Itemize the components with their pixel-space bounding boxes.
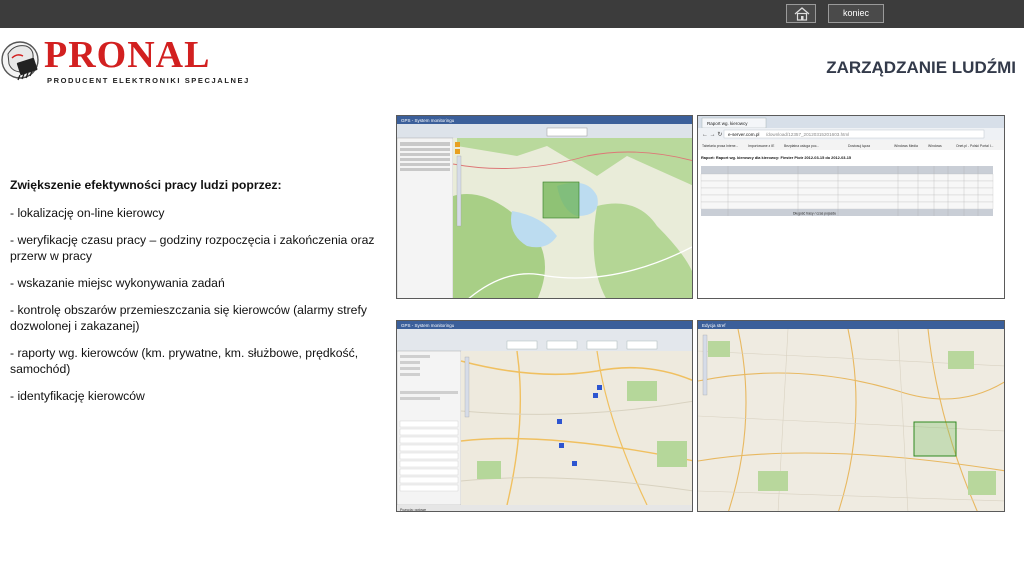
screenshot-gps-monitoring-city: GPS - System monitoringu Pozycja: gotowe bbox=[396, 320, 693, 512]
koniec-button[interactable]: koniec bbox=[828, 4, 884, 23]
logo-wordmark: PRONAL bbox=[44, 34, 211, 76]
pronal-logo: PRONAL PRODUCENT ELEKTRONIKI SPECJALNEJ bbox=[0, 34, 250, 90]
bookmark-item: Importowane z IE bbox=[748, 144, 775, 148]
bookmark-item: Onet.pl - Polski Portal I... bbox=[956, 144, 994, 148]
top-bar: koniec bbox=[0, 0, 1024, 28]
feature-item: - wskazanie miejsc wykonywania zadań bbox=[10, 276, 225, 290]
home-button[interactable] bbox=[786, 4, 816, 23]
bookmark-item: Windows Media bbox=[894, 144, 918, 148]
feature-item: - raporty wg. kierowców (km. prywatne, k… bbox=[10, 346, 359, 376]
bookmark-item: Bezpłatna usługa poc... bbox=[784, 144, 819, 148]
logo-tagline: PRODUCENT ELEKTRONIKI SPECJALNEJ bbox=[47, 76, 250, 85]
url-host: e-server.com.pl bbox=[728, 132, 759, 137]
screenshot-driver-report: Raport wg. kierowcy ← → ↻ e-server.com.p… bbox=[697, 115, 1005, 299]
window-title: Edycja stref bbox=[702, 323, 726, 328]
feature-item: - identyfikację kierowców bbox=[10, 389, 145, 403]
feature-item: - kontrolę obszarów przemieszczania się … bbox=[10, 303, 367, 333]
url-path: /download/12357_20120315201603.html bbox=[766, 132, 849, 137]
bookmark-item: Tabelaria prosa Intene... bbox=[702, 144, 738, 148]
feature-heading: Zwiększenie efektywności pracy ludzi pop… bbox=[10, 178, 282, 192]
window-title: GPS - System monitoringu bbox=[401, 323, 455, 328]
window-title: GPS - System monitoringu bbox=[401, 118, 455, 123]
status-bar-text: Pozycja: gotowe bbox=[400, 508, 426, 512]
screenshot-gps-monitoring-forest: GPS - System monitoringu bbox=[396, 115, 693, 299]
report-summary-label: Długość trasy / czas pojazdu bbox=[793, 212, 836, 216]
bookmark-item: Windows bbox=[928, 144, 942, 148]
report-title: Raport: Raport wg. kierowcy dla kierowcy… bbox=[701, 155, 852, 160]
feature-item: - weryfikację czasu pracy – godziny rozp… bbox=[10, 233, 375, 263]
bookmark-item: Dostosuj łącza bbox=[848, 144, 870, 148]
page-title: ZARZĄDZANIE LUDŹMI bbox=[826, 58, 1016, 77]
browser-tab-title: Raport wg. kierowcy bbox=[707, 121, 748, 126]
feature-item: - lokalizację on-line kierowcy bbox=[10, 206, 165, 220]
svg-text:← → ↻: ← → ↻ bbox=[702, 131, 722, 138]
chip-icon bbox=[1, 41, 39, 81]
screenshot-zone-editing: Edycja stref bbox=[697, 320, 1005, 512]
home-icon bbox=[794, 7, 810, 21]
feature-list: Zwiększenie efektywności pracy ludzi pop… bbox=[10, 177, 382, 415]
